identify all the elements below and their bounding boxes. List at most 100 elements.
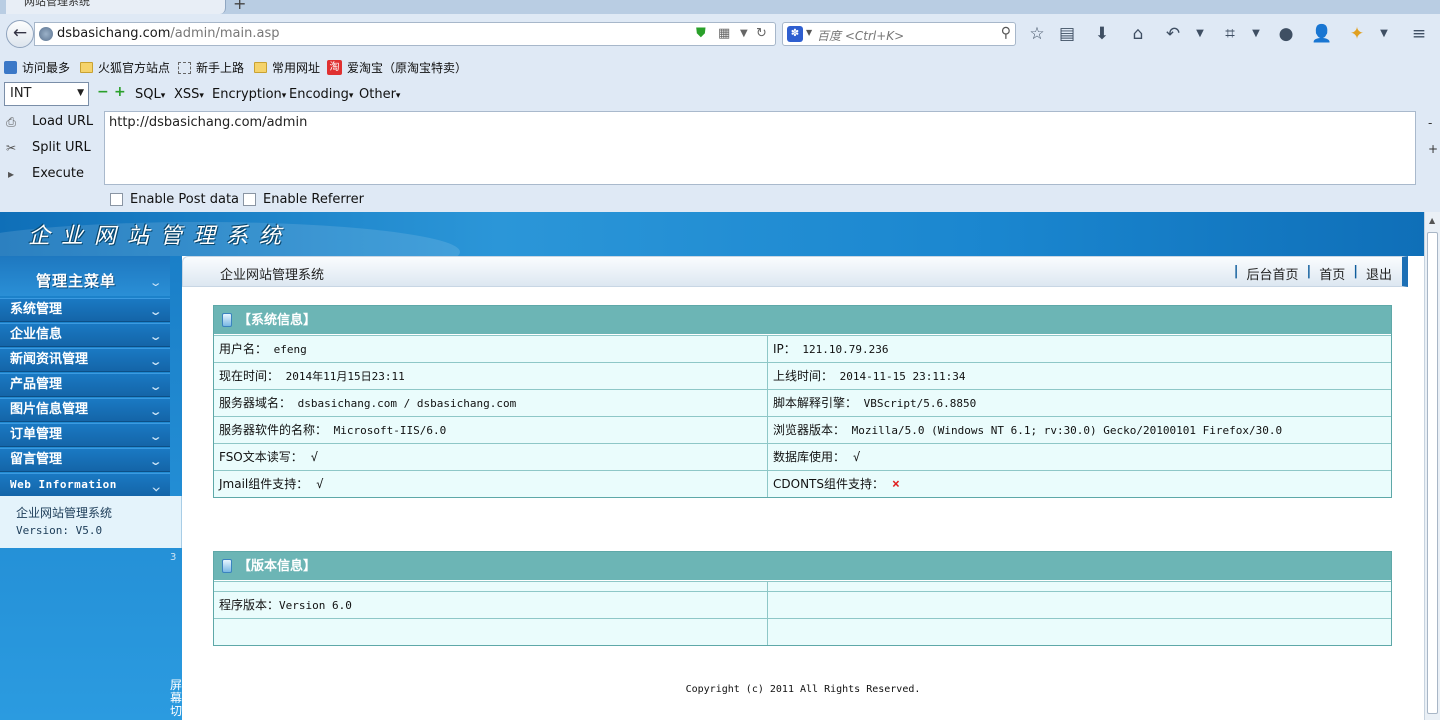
decrease-button[interactable]: − [97, 85, 109, 99]
bookmark-getting-started[interactable]: 新手上路 [178, 59, 244, 76]
shield-icon[interactable]: ⛊ [696, 26, 706, 41]
separator: | [1306, 264, 1312, 279]
execute-icon: ▸ [7, 166, 15, 181]
expand-textarea-button[interactable]: + [1428, 142, 1438, 156]
load-url-button[interactable]: ⎙ Load URL [4, 114, 93, 129]
search-icon[interactable]: ⚲ [1001, 25, 1011, 41]
screen-toggle-button[interactable]: 屏幕切 [170, 679, 182, 718]
bookmark-taobao[interactable]: 淘爱淘宝（原淘宝特卖） [327, 59, 467, 76]
search-bar[interactable]: ✽ ▼ 百度 <Ctrl+K> ⚲ [782, 22, 1016, 46]
menu-item-web-information[interactable]: Web Information ⌄ [0, 473, 170, 497]
table-row: 服务器域名： dsbasichang.com / dsbasichang.com… [214, 389, 1391, 416]
address-bar[interactable]: dsbasichang.com/admin/main.asp ⛊ ▦ ▼ ↻ [34, 22, 776, 46]
breadcrumb-title: 企业网站管理系统 [220, 268, 325, 283]
qr-code-icon[interactable]: ▦ [718, 26, 730, 41]
menu-sql[interactable]: SQL [135, 87, 165, 102]
star-icon[interactable]: ☆ [1026, 24, 1048, 44]
scrollbar-thumb[interactable] [1427, 232, 1438, 714]
reading-list-icon[interactable]: ▤ [1056, 24, 1078, 44]
crop-dropdown-icon[interactable]: ▼ [1245, 28, 1267, 39]
admin-home-link[interactable]: 后台首页 [1246, 264, 1298, 283]
split-url-button[interactable]: ✂ Split URL [4, 140, 91, 155]
search-placeholder: 百度 <Ctrl+K> [817, 29, 905, 43]
addon-dropdown-icon[interactable]: ▼ [1373, 28, 1395, 39]
document-icon [222, 313, 232, 327]
taobao-icon: 淘 [327, 60, 342, 75]
split-url-label: Split URL [32, 140, 91, 155]
tab-active[interactable]: 网站管理系统 [6, 0, 226, 14]
menu-other[interactable]: Other [359, 87, 400, 102]
dropdown-arrow-icon[interactable]: ▼ [740, 28, 748, 39]
reload-icon[interactable]: ↻ [756, 26, 767, 41]
undo-dropdown-icon[interactable]: ▼ [1189, 28, 1211, 39]
table-row: 服务器软件的名称： Microsoft-IIS/6.0 浏览器版本： Mozil… [214, 416, 1391, 443]
scroll-up-icon[interactable]: ▲ [1429, 216, 1435, 225]
cell-value: 121.10.79.236 [802, 343, 889, 356]
back-button[interactable]: ← [6, 20, 34, 48]
user-icon[interactable]: 👤 [1311, 24, 1333, 44]
url-textarea[interactable]: http://dsbasichang.com/admin [104, 111, 1416, 185]
menu-xss[interactable]: XSS [174, 87, 204, 102]
main-content: 企业网站管理系统 | 后台首页 | 首页 | 退出 【系统信息】 用户名： ef… [182, 256, 1424, 720]
folder-icon [254, 62, 267, 73]
menu-item-products[interactable]: 产品管理 ⌄ [0, 373, 170, 397]
panel-title: 【版本信息】 [238, 558, 317, 574]
address-text[interactable]: dsbasichang.com/admin/main.asp [57, 26, 279, 41]
home-link[interactable]: 首页 [1319, 264, 1345, 283]
cell-label: FSO文本读写： [219, 450, 303, 464]
cell-label: 脚本解释引擎： [773, 396, 858, 410]
checkbox-box[interactable] [110, 193, 123, 206]
undo-icon[interactable]: ↶ [1162, 24, 1184, 44]
table-row [214, 618, 1391, 645]
split-url-icon: ✂ [5, 140, 17, 155]
table-cell: 数据库使用： √ [768, 444, 1391, 470]
menu-item-orders[interactable]: 订单管理 ⌄ [0, 423, 170, 447]
bookmark-firefox-site[interactable]: 火狐官方站点 [80, 59, 170, 76]
type-select[interactable]: INT [4, 82, 89, 106]
shrink-textarea-button[interactable]: - [1428, 116, 1432, 130]
menu-title: 管理主菜单 [36, 272, 117, 290]
back-arrow-icon: ← [12, 23, 28, 43]
bookmarks-toolbar: 访问最多 火狐官方站点 新手上路 常用网址 淘爱淘宝（原淘宝特卖） [0, 54, 1440, 80]
table-cell [768, 619, 1391, 645]
menu-item-company[interactable]: 企业信息 ⌄ [0, 323, 170, 347]
new-tab-button[interactable]: + [233, 0, 246, 13]
menu-header[interactable]: 管理主菜单 ⌄ [0, 256, 170, 296]
table-cell: 用户名： efeng [214, 336, 768, 362]
load-url-label: Load URL [32, 114, 94, 129]
logout-link[interactable]: 退出 [1366, 264, 1392, 283]
menu-item-news[interactable]: 新闻资讯管理 ⌄ [0, 348, 170, 372]
execute-button[interactable]: ▸ Execute [4, 166, 84, 181]
table-row: Jmail组件支持： √ CDONTS组件支持： × [214, 470, 1391, 497]
page-scrollbar[interactable]: ▲ [1424, 212, 1440, 720]
addon-icon[interactable]: ✦ [1346, 24, 1368, 44]
enable-post-data-checkbox[interactable]: Enable Post data [110, 192, 239, 207]
load-url-icon: ⎙ [6, 114, 16, 129]
increase-button[interactable]: + [114, 85, 126, 99]
home-icon[interactable]: ⌂ [1127, 24, 1149, 44]
menu-encryption[interactable]: Encryption [212, 87, 286, 102]
menu-encoding[interactable]: Encoding [289, 87, 353, 102]
cell-label: 数据库使用： [773, 450, 846, 464]
crop-icon[interactable]: ⌗ [1219, 24, 1241, 44]
separator: | [1353, 264, 1358, 279]
menu-item-system[interactable]: 系统管理 ⌄ [0, 298, 170, 322]
chat-icon[interactable]: ● [1275, 24, 1297, 44]
system-info-panel: 【系统信息】 用户名： efeng IP： 121.10.79.236 现在时间… [213, 305, 1392, 498]
menu-item-messages[interactable]: 留言管理 ⌄ [0, 448, 170, 472]
checkbox-label: Enable Referrer [263, 192, 364, 207]
enable-referrer-checkbox[interactable]: Enable Referrer [243, 192, 364, 207]
checkbox-box[interactable] [243, 193, 256, 206]
table-cell [214, 582, 768, 591]
cell-label: CDONTS组件支持： [773, 477, 884, 491]
cell-label: 上线时间： [773, 369, 834, 383]
bookmark-label: 爱淘宝（原淘宝特卖） [347, 61, 468, 75]
bookmark-common-sites[interactable]: 常用网址 [254, 59, 320, 76]
menu-icon[interactable]: ≡ [1408, 24, 1430, 44]
engine-dropdown-icon[interactable]: ▼ [806, 28, 812, 37]
bookmark-most-visited[interactable]: 访问最多 [4, 59, 70, 76]
menu-item-images[interactable]: 图片信息管理 ⌄ [0, 398, 170, 422]
menu-item-label: 企业信息 [10, 327, 63, 342]
download-icon[interactable]: ⬇ [1091, 24, 1113, 44]
baidu-icon[interactable]: ✽ [787, 26, 803, 42]
